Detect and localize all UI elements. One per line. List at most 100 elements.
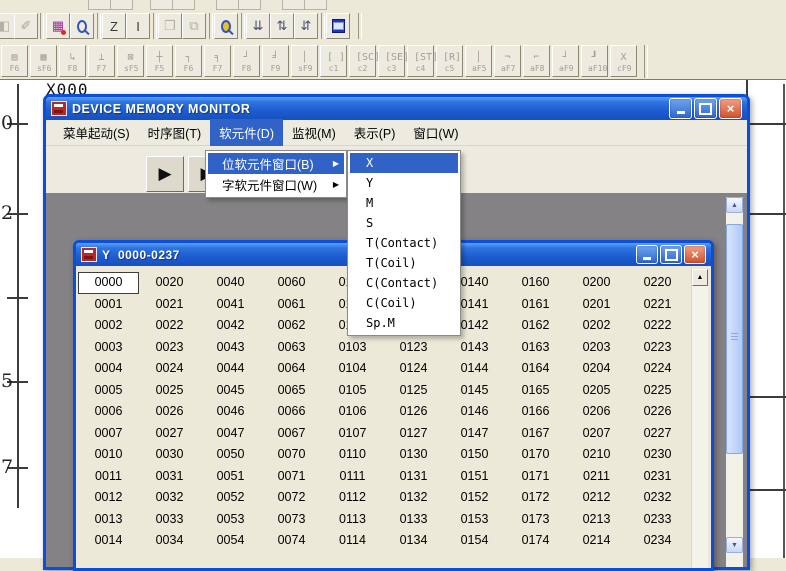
device-cell[interactable]: 0221 [627,294,688,316]
scroll-up-icon[interactable]: ▲ [726,197,743,213]
device-cell[interactable]: 0203 [566,337,627,359]
device-cell[interactable]: 0014 [78,530,139,552]
ladder-symbol-button-F5[interactable]: ┼F5 [146,45,173,77]
device-cell[interactable]: 0173 [505,509,566,531]
device-cell[interactable]: 0202 [566,315,627,337]
device-cell[interactable]: 0003 [78,337,139,359]
dmm-title-bar[interactable]: DEVICE MEMORY MONITOR × [46,97,747,120]
device-cell[interactable]: 0013 [78,509,139,531]
device-cell[interactable]: 0053 [200,509,261,531]
program-check-button[interactable]: Z [102,13,126,39]
ladder-symbol-button-c1[interactable]: [ ]c1 [320,45,347,77]
device-cell[interactable]: 0162 [505,315,566,337]
ladder-symbol-button-F7[interactable]: ⊥F7 [88,45,115,77]
device-cell[interactable]: 0065 [261,380,322,402]
device-cell[interactable]: 0105 [322,380,383,402]
device-cell[interactable]: 0174 [505,530,566,552]
dmm-menu-item[interactable]: 监视(M) [283,119,345,146]
device-cell[interactable]: 0125 [383,380,444,402]
device-cell[interactable]: 0107 [322,423,383,445]
device-cell[interactable]: 0207 [566,423,627,445]
ladder-symbol-button-F8[interactable]: ↳F8 [59,45,86,77]
bit-device-submenu-item[interactable]: C(Contact) [350,273,458,293]
device-cell[interactable]: 0201 [566,294,627,316]
device-cell[interactable]: 0044 [200,358,261,380]
device-cell[interactable]: 0163 [505,337,566,359]
device-cell[interactable]: 0063 [261,337,322,359]
device-cell[interactable]: 0047 [200,423,261,445]
device-cell[interactable]: 0073 [261,509,322,531]
device-cell[interactable]: 0027 [139,423,200,445]
ladder-symbol-button-F8[interactable]: ┘F8 [233,45,260,77]
device-cell[interactable]: 0045 [200,380,261,402]
device-cell[interactable]: 0167 [505,423,566,445]
device-cell[interactable]: 0025 [139,380,200,402]
device-cell[interactable]: 0046 [200,401,261,423]
device-cell[interactable]: 0213 [566,509,627,531]
device-cell[interactable]: 0164 [505,358,566,380]
ladder-symbol-button-aF5[interactable]: │aF5 [465,45,492,77]
device-cell[interactable]: 0007 [78,423,139,445]
device-cell[interactable]: 0127 [383,423,444,445]
device-cell[interactable]: 0020 [139,272,200,294]
device-cell[interactable]: 0234 [627,530,688,552]
ladder-symbol-button-F6[interactable]: ▤F6 [1,45,28,77]
device-cell[interactable]: 0054 [200,530,261,552]
device-cell[interactable]: 0204 [566,358,627,380]
device-cell[interactable]: 0023 [139,337,200,359]
ladder-symbol-button-c4[interactable]: [ST]c4 [407,45,434,77]
device-cell[interactable]: 0152 [444,487,505,509]
device-cell[interactable]: 0074 [261,530,322,552]
scroll-up-icon[interactable]: ▲ [692,269,708,286]
ladder-symbol-button-c3[interactable]: [SE]c3 [378,45,405,77]
dmm-menu-item[interactable]: 窗口(W) [404,119,467,146]
device-cell[interactable]: 0147 [444,423,505,445]
minimize-button-icon[interactable] [636,245,658,264]
dmm-menu-item[interactable]: 表示(P) [345,119,405,146]
monitor-mode-button[interactable] [326,13,350,39]
ladder-symbol-button-aF10[interactable]: ┚aF10 [581,45,608,77]
device-cell[interactable]: 0214 [566,530,627,552]
device-cell[interactable]: 0041 [200,294,261,316]
find-device-button[interactable] [70,13,94,39]
device-cell[interactable]: 0112 [322,487,383,509]
device-cell[interactable]: 0212 [566,487,627,509]
bit-device-submenu-item[interactable]: Sp.M [350,313,458,333]
device-cell[interactable]: 0033 [139,509,200,531]
device-cell[interactable]: 0225 [627,380,688,402]
bit-device-submenu-item[interactable]: X [350,153,458,173]
device-cell[interactable]: 0172 [505,487,566,509]
cutoff-toolbar-button[interactable] [282,0,305,10]
dmm-vertical-scrollbar[interactable]: ▲ ▼ [726,197,743,567]
ladder-symbol-button-F6[interactable]: ┐F6 [175,45,202,77]
device-cell[interactable]: 0171 [505,466,566,488]
ladder-symbol-button-F7[interactable]: ╕F7 [204,45,231,77]
cutoff-toolbar-button[interactable] [110,0,133,10]
device-cell[interactable]: 0103 [322,337,383,359]
device-cell[interactable]: 0223 [627,337,688,359]
device-cell[interactable]: 0165 [505,380,566,402]
device-cell[interactable]: 0210 [566,444,627,466]
cutoff-toolbar-button[interactable] [172,0,195,10]
device-menu-item[interactable]: 字软元件窗口(W)▶ [208,174,344,195]
device-cell[interactable]: 0042 [200,315,261,337]
scroll-down-icon[interactable]: ▼ [726,537,743,553]
device-cell[interactable]: 0021 [139,294,200,316]
device-cell[interactable]: 0066 [261,401,322,423]
device-cell[interactable]: 0071 [261,466,322,488]
device-cell[interactable]: 0154 [444,530,505,552]
cutoff-toolbar-button[interactable] [216,0,239,10]
window-cascade-button[interactable]: ❐ [158,13,182,39]
ladder-symbol-button-c2[interactable]: [SC]c2 [349,45,376,77]
device-cell[interactable]: 0224 [627,358,688,380]
device-cell[interactable]: 0026 [139,401,200,423]
ladder-symbol-button-aF8[interactable]: ⌐aF8 [523,45,550,77]
ladder-symbol-button-c5[interactable]: [R]c5 [436,45,463,77]
find-person-button[interactable] [214,13,238,39]
ladder-symbol-button-F9[interactable]: ╛F9 [262,45,289,77]
device-cell[interactable]: 0002 [78,315,139,337]
device-cell[interactable]: 0010 [78,444,139,466]
ladder-symbol-button-aF9[interactable]: ┘aF9 [552,45,579,77]
device-cell[interactable]: 0031 [139,466,200,488]
maximize-button-icon[interactable] [660,245,682,264]
